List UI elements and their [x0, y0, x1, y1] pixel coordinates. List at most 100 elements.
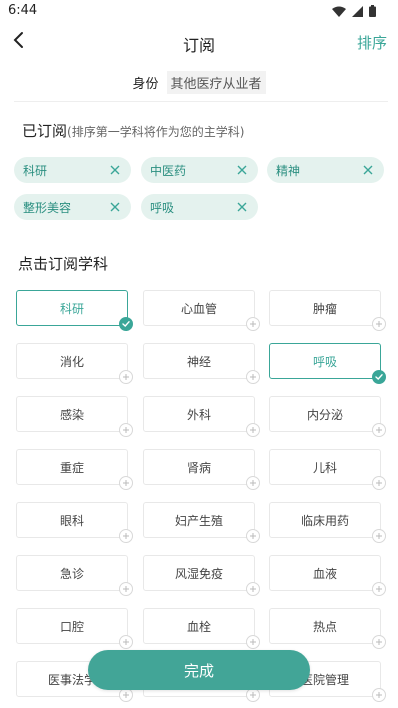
subject-label: 内分泌 — [306, 407, 343, 422]
status-bar: 6:44 — [0, 0, 398, 24]
subject-tile[interactable]: 科研 — [16, 290, 133, 331]
subject-tile[interactable]: 重症 — [16, 449, 133, 490]
subject-label: 呼吸 — [312, 354, 337, 369]
done-button[interactable]: 完成 — [88, 650, 310, 690]
plus-icon — [119, 370, 133, 384]
plus-icon — [246, 423, 260, 437]
subject-tile[interactable]: 儿科 — [269, 449, 386, 490]
page-title: 订阅 — [182, 36, 215, 55]
subject-label: 风湿免疫 — [174, 566, 223, 581]
check-icon — [372, 370, 386, 384]
subject-label: 急诊 — [59, 566, 84, 581]
subject-tile[interactable]: 急诊 — [16, 555, 133, 596]
subscribed-title: 已订阅 — [22, 122, 68, 140]
close-icon[interactable] — [232, 197, 252, 217]
close-icon[interactable] — [105, 197, 125, 217]
subject-tile[interactable]: 风湿免疫 — [143, 555, 260, 596]
close-icon[interactable] — [232, 160, 252, 180]
identity-label: 身份 — [132, 76, 159, 92]
status-icons — [332, 5, 376, 17]
subject-label: 消化 — [59, 354, 84, 369]
chip-label: 精神 — [276, 163, 301, 178]
subject-tile[interactable]: 临床用药 — [269, 502, 386, 543]
plus-icon — [246, 688, 260, 702]
subject-label: 神经 — [186, 354, 211, 369]
subject-label: 肿瘤 — [312, 301, 337, 316]
subject-label: 临床用药 — [300, 513, 349, 528]
subject-label: 外科 — [186, 407, 211, 422]
wifi-icon — [332, 6, 346, 17]
plus-icon — [119, 635, 133, 649]
subject-label: 妇产生殖 — [174, 513, 223, 528]
subject-label: 眼科 — [59, 513, 84, 528]
signal-icon — [352, 5, 363, 17]
plus-icon — [119, 423, 133, 437]
plus-icon — [119, 529, 133, 543]
chip-label: 呼吸 — [150, 200, 175, 215]
subject-tile[interactable]: 血栓 — [143, 608, 260, 649]
plus-icon — [372, 529, 386, 543]
nav-bar: 订阅 排序 — [0, 24, 398, 60]
subject-tile[interactable]: 热点 — [269, 608, 386, 649]
subject-tile[interactable]: 眼科 — [16, 502, 133, 543]
subject-tile[interactable]: 神经 — [143, 343, 260, 384]
plus-icon — [246, 476, 260, 490]
subject-tile[interactable]: 心血管 — [143, 290, 260, 331]
subject-label: 心血管 — [180, 301, 217, 316]
subscribed-chip[interactable]: 精神 — [267, 157, 384, 183]
close-icon[interactable] — [358, 160, 378, 180]
subject-label: 感染 — [59, 407, 84, 422]
check-icon — [119, 317, 133, 331]
status-time: 6:44 — [8, 3, 38, 18]
subscribed-chip[interactable]: 中医药 — [141, 157, 258, 183]
subject-tile[interactable]: 肿瘤 — [269, 290, 386, 331]
subscribed-section-title: 已订阅 (排序第一学科将作为您的主学科) — [22, 120, 244, 141]
subject-label: 热点 — [312, 619, 337, 634]
plus-icon — [372, 476, 386, 490]
subject-label: 重症 — [59, 460, 84, 475]
plus-icon — [246, 635, 260, 649]
plus-icon — [246, 370, 260, 384]
subscribed-hint: (排序第一学科将作为您的主学科) — [67, 125, 245, 139]
subject-tile[interactable]: 妇产生殖 — [143, 502, 260, 543]
plus-icon — [372, 317, 386, 331]
chip-label: 整形美容 — [23, 200, 72, 215]
chip-label: 科研 — [23, 163, 48, 178]
subscribed-chip[interactable]: 科研 — [14, 157, 131, 183]
back-button[interactable] — [4, 28, 32, 56]
identity-row: 身份 其他医疗从业者 — [0, 70, 398, 94]
divider — [14, 101, 388, 102]
close-icon[interactable] — [105, 160, 125, 180]
plus-icon — [372, 582, 386, 596]
chevron-left-icon — [12, 31, 24, 53]
subject-tile[interactable]: 肾病 — [143, 449, 260, 490]
subscribed-chip[interactable]: 呼吸 — [141, 194, 258, 220]
subject-tile[interactable]: 口腔 — [16, 608, 133, 649]
subject-label: 口腔 — [59, 619, 84, 634]
plus-icon — [246, 529, 260, 543]
subject-tile[interactable]: 呼吸 — [269, 343, 386, 384]
chip-label: 中医药 — [150, 163, 187, 178]
subject-tile[interactable]: 血液 — [269, 555, 386, 596]
plus-icon — [119, 688, 133, 702]
subject-tile[interactable]: 外科 — [143, 396, 260, 437]
subject-label: 肾病 — [186, 460, 211, 475]
subject-label: 儿科 — [312, 460, 337, 475]
plus-icon — [372, 688, 386, 702]
battery-icon — [369, 5, 376, 17]
subject-tile[interactable]: 消化 — [16, 343, 133, 384]
plus-icon — [246, 317, 260, 331]
subject-label: 科研 — [59, 301, 84, 316]
plus-icon — [372, 635, 386, 649]
subscribed-chip[interactable]: 整形美容 — [14, 194, 131, 220]
identity-select[interactable]: 其他医疗从业者 — [166, 70, 266, 94]
subjects-section-title: 点击订阅学科 — [18, 255, 109, 273]
plus-icon — [246, 582, 260, 596]
subject-label: 血栓 — [186, 619, 211, 634]
sort-button[interactable]: 排序 — [357, 32, 387, 53]
subject-tile[interactable]: 内分泌 — [269, 396, 386, 437]
subject-label: 血液 — [312, 566, 337, 581]
plus-icon — [372, 423, 386, 437]
plus-icon — [119, 582, 133, 596]
subject-tile[interactable]: 感染 — [16, 396, 133, 437]
